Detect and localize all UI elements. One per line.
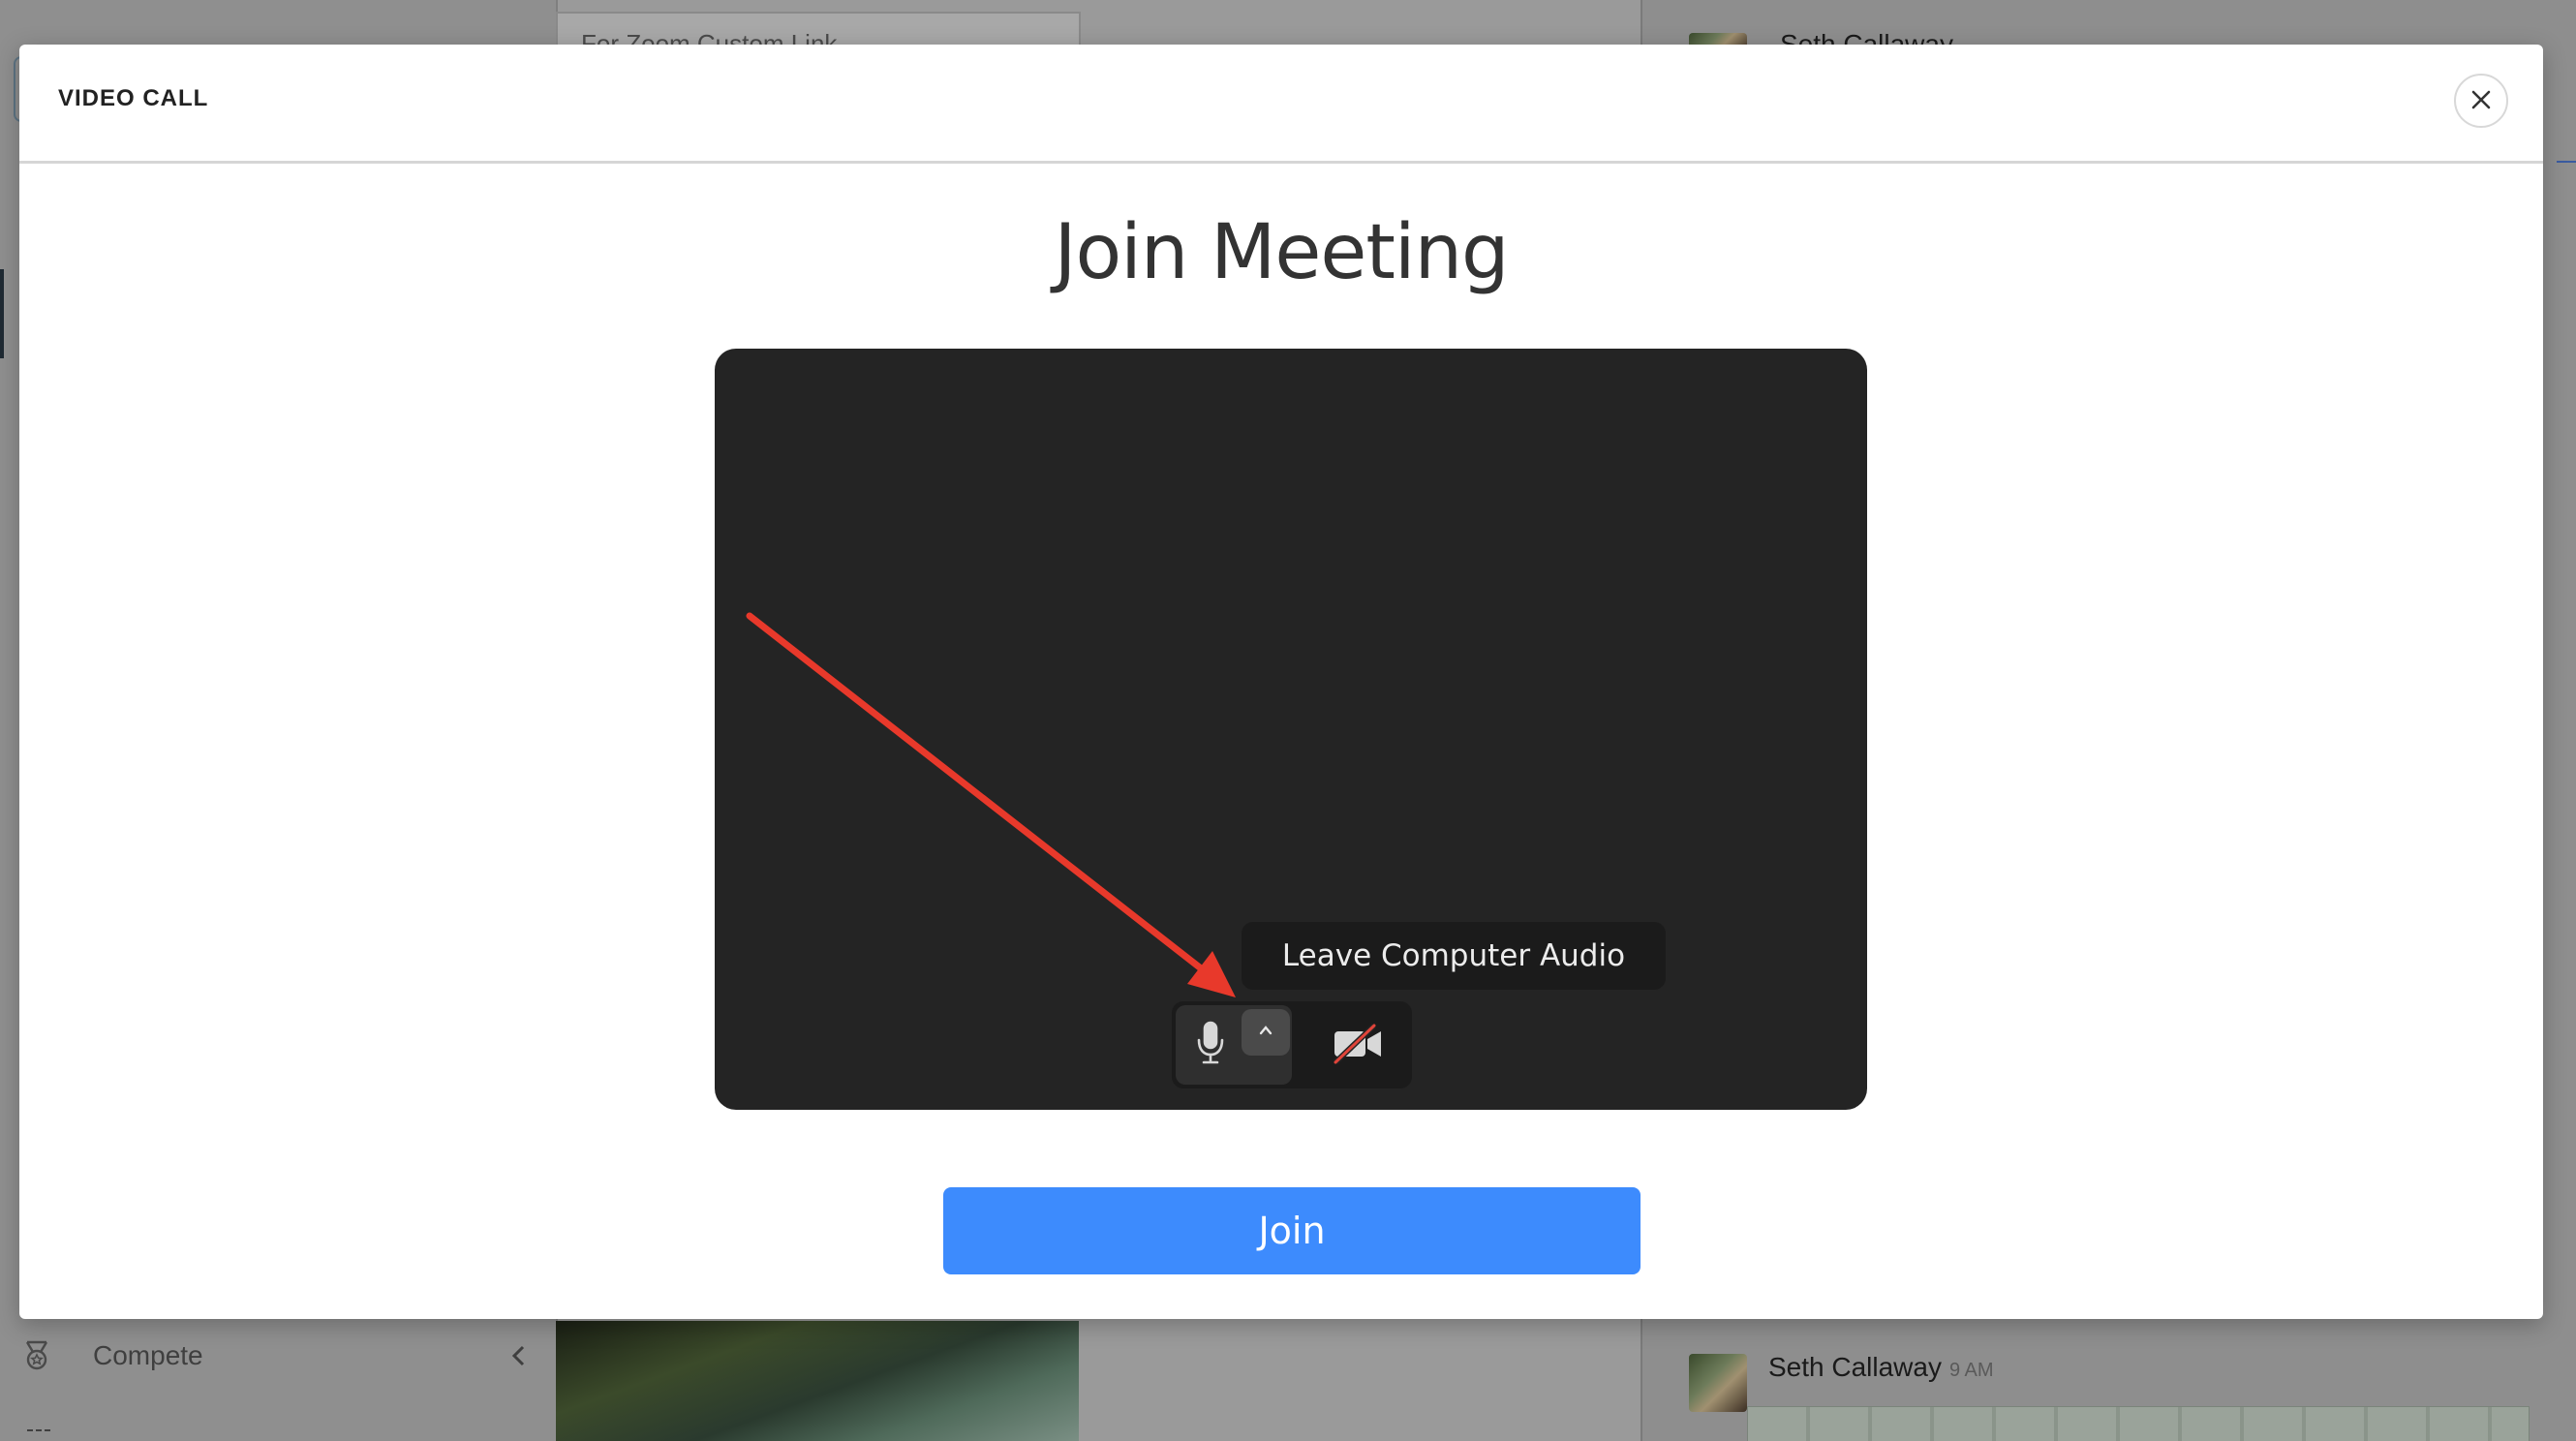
video-call-modal: VIDEO CALL Join Meeting Leave Computer A… (19, 45, 2543, 1319)
avatar (1689, 1354, 1747, 1412)
page-title: Join Meeting (1054, 209, 1509, 296)
close-icon (2470, 89, 2492, 113)
media-controls (1172, 1001, 1412, 1088)
join-button[interactable]: Join (943, 1187, 1641, 1274)
tooltip: Leave Computer Audio (1242, 922, 1666, 990)
audio-options-button[interactable] (1242, 1009, 1290, 1056)
microphone-button[interactable] (1187, 1017, 1234, 1073)
scroll-marker (2557, 161, 2576, 163)
microphone-icon (1196, 1021, 1225, 1070)
sidebar-item-next[interactable] (27, 1429, 50, 1441)
sidebar-item-label: Compete (93, 1340, 203, 1370)
close-button[interactable] (2454, 74, 2508, 128)
video-preview (715, 349, 1867, 1110)
medal-icon (19, 1338, 54, 1373)
audio-control-group (1176, 1005, 1292, 1085)
modal-title: VIDEO CALL (58, 85, 209, 111)
sidebar-item-compete[interactable]: Compete (19, 1333, 533, 1379)
tooltip-text: Leave Computer Audio (1281, 938, 1626, 973)
post-photo (556, 1321, 1079, 1441)
message-author: Seth Callaway 9 AM (1768, 1352, 1994, 1382)
chevron-up-icon (1258, 1024, 1273, 1041)
modal-header: VIDEO CALL (19, 45, 2543, 164)
video-toggle-button[interactable] (1317, 1015, 1398, 1075)
chevron-left-icon[interactable] (506, 1342, 533, 1369)
message-timestamp: 9 AM (1948, 1360, 1994, 1381)
video-off-icon (1332, 1022, 1384, 1069)
sidebar-active-indicator (0, 269, 4, 358)
map-preview (1747, 1406, 2530, 1441)
